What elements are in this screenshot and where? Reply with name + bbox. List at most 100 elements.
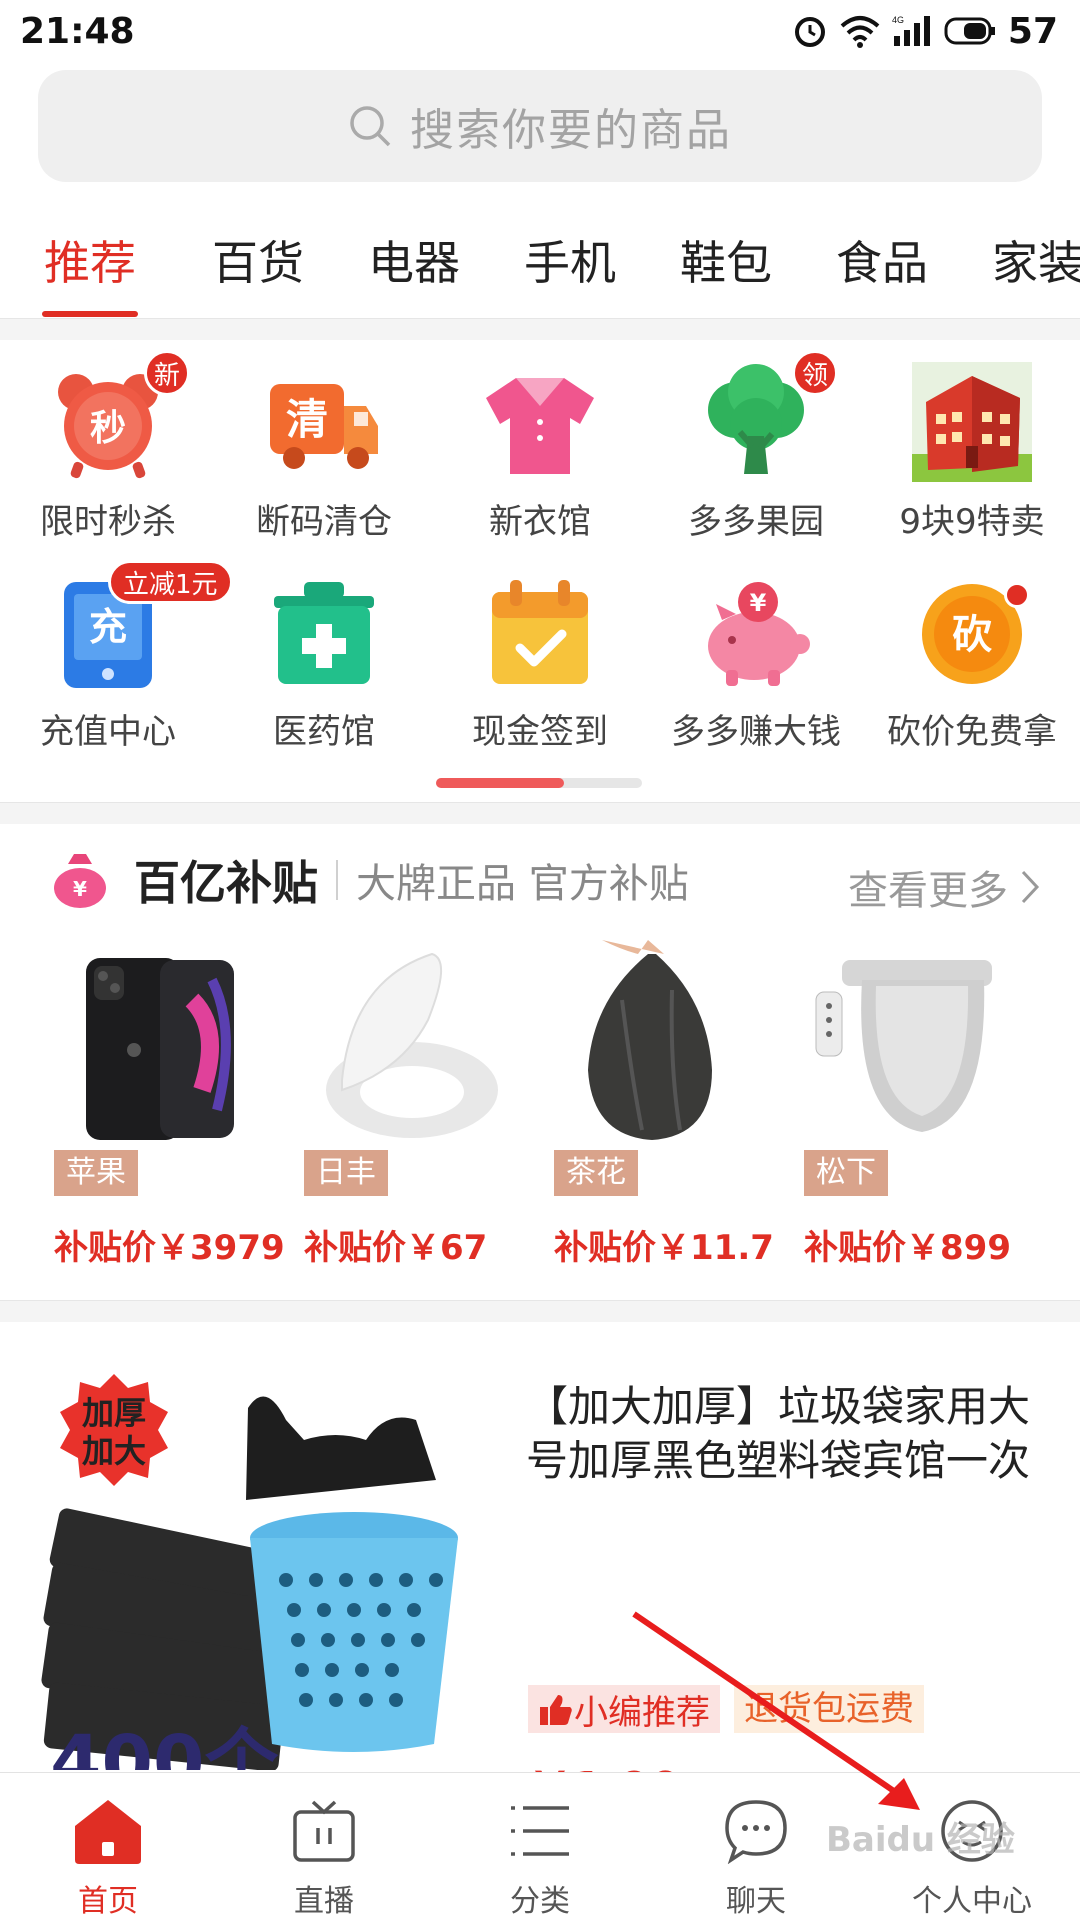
product-card[interactable]: 日丰 补贴价￥67 <box>302 940 552 1268</box>
shortcut-label: 现金签到 <box>472 712 608 752</box>
shortcut-special-sale[interactable]: 9块9特卖 <box>864 342 1080 552</box>
nav-label: 直播 <box>294 1884 354 1919</box>
search-icon <box>350 106 391 147</box>
clothing-icon <box>480 362 600 482</box>
smart-toilet-seat-product-image <box>802 940 1002 1145</box>
free-return-shipping-tag: 退货包运费 <box>734 1685 924 1733</box>
chat-bubble-icon <box>720 1795 792 1866</box>
shortcut-glyph: 秒 <box>90 408 126 449</box>
nav-label: 个人中心 <box>912 1884 1032 1919</box>
subsidy-header: ¥ 百亿补贴 大牌正品 官方补贴 查看更多 <box>0 830 1080 930</box>
brand-tag: 茶花 <box>554 1150 638 1196</box>
shortcut-bargain[interactable]: 砍 砍价免费拿 <box>864 552 1080 762</box>
garbage-bag-bundle-image: 加厚 加大 400个 <box>36 1360 504 1770</box>
subsidy-products: 苹果 补贴价￥3979 日丰 补贴价￥67 茶花 补贴价￥11.7 松下 补贴价… <box>52 940 1052 1268</box>
see-more-link[interactable]: 查看更多 <box>848 858 1040 916</box>
nav-categories[interactable]: 分类 <box>432 1773 648 1920</box>
shortcut-glyph: ¥ <box>750 589 767 617</box>
shortcut-label: 9块9特卖 <box>899 502 1045 542</box>
iphone-product-image <box>52 940 252 1145</box>
medicine-kit-icon <box>264 572 384 692</box>
feed-product-card[interactable]: 加厚 加大 400个 【加大加厚】垃圾袋家用大号加厚黑色塑料袋宾馆一次 小编推荐… <box>36 1360 1046 1772</box>
product-card[interactable]: 茶花 补贴价￥11.7 <box>552 940 802 1268</box>
editor-pick-label: 小编推荐 <box>574 1692 710 1733</box>
nav-chat[interactable]: 聊天 <box>648 1773 864 1920</box>
nav-label: 首页 <box>78 1884 138 1919</box>
subsidy-title: 百亿补贴 <box>134 856 318 910</box>
shortcut-scroll-indicator <box>436 778 642 788</box>
shortcut-pharmacy[interactable]: 医药馆 <box>216 552 432 762</box>
shortcut-glyph: 砍 <box>952 612 992 658</box>
shortcut-recharge[interactable]: 充 立减1元 充值中心 <box>0 552 233 762</box>
subsidy-subtitle: 大牌正品 官方补贴 <box>356 861 689 907</box>
home-icon <box>72 1795 144 1866</box>
brand-tag: 日丰 <box>304 1150 388 1196</box>
shortcut-clothing[interactable]: 新衣馆 <box>432 342 648 552</box>
editor-pick-tag: 小编推荐 <box>528 1685 720 1733</box>
product-price: 补贴价￥899 <box>804 1228 1011 1268</box>
nav-home[interactable]: 首页 <box>0 1773 216 1920</box>
bottom-navigation: 首页 直播 分类 聊天 个人中心 <box>0 1772 1080 1920</box>
shortcut-glyph: 充 <box>89 605 127 649</box>
nav-live[interactable]: 直播 <box>216 1773 432 1920</box>
flash-sale-alarm-icon: 秒 新 <box>48 350 190 482</box>
tab-phones[interactable]: 手机 <box>492 205 648 317</box>
chevron-right-icon <box>1021 870 1040 904</box>
status-time: 21:48 <box>20 10 135 52</box>
search-input[interactable]: 搜索你要的商品 <box>38 70 1042 182</box>
nav-profile[interactable]: 个人中心 <box>864 1773 1080 1920</box>
recharge-phone-icon: 充 立减1元 <box>48 560 233 692</box>
search-placeholder: 搜索你要的商品 <box>410 105 732 156</box>
bargain-coin-icon: 砍 <box>912 572 1032 692</box>
profile-face-icon <box>936 1795 1008 1866</box>
tab-food[interactable]: 食品 <box>804 205 960 317</box>
see-more-label: 查看更多 <box>848 868 1008 914</box>
shortcut-glyph: 清 <box>286 395 328 444</box>
section-divider <box>0 318 1080 340</box>
shortcut-flash-sale[interactable]: 秒 新 限时秒杀 <box>0 342 216 552</box>
brand-tag: 松下 <box>804 1150 888 1196</box>
shortcut-label: 多多赚大钱 <box>671 712 841 752</box>
feed-count-text: 400个 <box>50 1720 278 1770</box>
calendar-check-icon <box>480 572 600 692</box>
tab-home-decor[interactable]: 家装 <box>960 205 1080 317</box>
shortcut-row: 充 立减1元 充值中心 医药馆 现金签到 ¥ 多多赚大钱 砍 砍价免费拿 <box>0 552 1080 762</box>
notification-dot <box>1004 582 1030 608</box>
shortcut-orchard[interactable]: 领 多多果园 <box>648 342 864 552</box>
battery-level: 57 <box>1007 10 1058 52</box>
feed-badge-line2: 加大 <box>82 1432 146 1470</box>
shortcut-clearance[interactable]: 清 断码清仓 <box>216 342 432 552</box>
product-price: 补贴价￥11.7 <box>554 1228 774 1268</box>
feed-tags: 小编推荐 退货包运费 <box>528 1685 924 1733</box>
category-list-icon <box>504 1795 576 1866</box>
new-badge: 新 <box>144 350 190 396</box>
status-icons: 4G 57 <box>792 11 1058 52</box>
shortcut-label: 限时秒杀 <box>40 502 176 542</box>
status-bar: 21:48 4G 57 <box>0 0 1080 62</box>
tab-shoes-bags[interactable]: 鞋包 <box>648 205 804 317</box>
product-card[interactable]: 松下 补贴价￥899 <box>802 940 1052 1268</box>
feed-badge-line1: 加厚 <box>82 1394 146 1432</box>
product-price: 补贴价￥3979 <box>54 1228 285 1268</box>
special-sale-building-icon <box>912 362 1032 482</box>
signal-icon: 4G <box>892 15 930 46</box>
battery-icon <box>944 17 995 45</box>
shortcut-label: 医药馆 <box>273 712 375 752</box>
feed-product-title: 【加大加厚】垃圾袋家用大号加厚黑色塑料袋宾馆一次 <box>526 1382 1031 1485</box>
section-divider <box>0 1300 1080 1322</box>
product-card[interactable]: 苹果 补贴价￥3979 <box>52 940 302 1268</box>
product-price: 补贴价￥67 <box>304 1228 488 1268</box>
title-separator <box>336 860 338 900</box>
tab-general-goods[interactable]: 百货 <box>180 205 336 317</box>
tab-appliances[interactable]: 电器 <box>336 205 492 317</box>
toilet-seat-product-image <box>302 940 502 1145</box>
live-tv-icon <box>288 1795 360 1866</box>
svg-text:4G: 4G <box>892 15 904 25</box>
category-tabs: 推荐 百货 电器 手机 鞋包 食品 家装 <box>0 205 1080 317</box>
tab-recommend[interactable]: 推荐 <box>0 205 180 317</box>
shortcut-cash-checkin[interactable]: 现金签到 <box>432 552 648 762</box>
clearance-truck-icon: 清 <box>264 362 384 482</box>
alarm-icon <box>794 17 825 47</box>
shortcut-label: 砍价免费拿 <box>887 712 1057 752</box>
shortcut-earn-money[interactable]: ¥ 多多赚大钱 <box>648 552 864 762</box>
